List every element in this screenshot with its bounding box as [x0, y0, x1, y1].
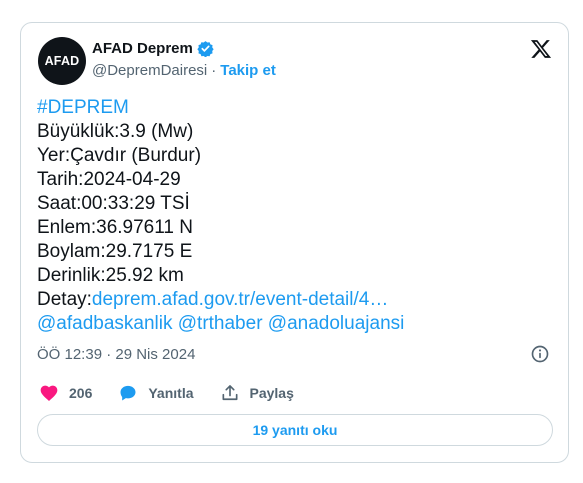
avatar-logo-text: AFAD [44, 54, 80, 68]
share-label: Paylaş [249, 385, 294, 401]
share-button[interactable]: Paylaş [220, 383, 294, 403]
detail-link[interactable]: deprem.afad.gov.tr/event-detail/4… [92, 289, 388, 310]
tweet-text: #DEPREM Büyüklük:3.9 (Mw) Yer:Çavdır (Bu… [37, 96, 557, 336]
action-bar: 206 Yanıtla Paylaş [39, 383, 320, 403]
reply-label: Yanıtla [148, 385, 194, 401]
hashtag-link[interactable]: #DEPREM [37, 97, 129, 118]
author-handle-row: @DepremDairesi · Takip et [92, 62, 276, 79]
detail-line: Detay:deprem.afad.gov.tr/event-detail/4… [37, 288, 557, 312]
author-name-row: AFAD Deprem [92, 40, 214, 57]
tweet-line: Boylam:29.7175 E [37, 241, 193, 262]
read-replies-label: 19 yanıtı oku [252, 422, 338, 438]
reply-button[interactable]: Yanıtla [118, 383, 194, 403]
display-name[interactable]: AFAD Deprem [92, 40, 193, 57]
like-button[interactable]: 206 [39, 383, 92, 403]
follow-button[interactable]: Takip et [220, 62, 276, 79]
tweet-line: Büyüklük:3.9 (Mw) [37, 121, 194, 142]
share-icon [222, 385, 237, 401]
like-count: 206 [69, 385, 93, 401]
detail-label: Detay: [37, 289, 92, 310]
tweet-timestamp[interactable]: ÖÖ 12:39 · 29 Nis 2024 [37, 346, 195, 363]
tweet-line: Tarih:2024-04-29 [37, 169, 181, 190]
x-logo-icon[interactable] [530, 38, 552, 60]
separator-dot: · [211, 62, 217, 79]
avatar[interactable]: AFAD [38, 37, 86, 85]
tweet-line: Derinlik:25.92 km [37, 265, 184, 286]
tweet-line: Saat:00:33:29 TSİ [37, 193, 190, 214]
tweet-line: Yer:Çavdır (Burdur) [37, 145, 202, 166]
heart-icon [40, 385, 58, 401]
verified-badge-icon [197, 41, 214, 57]
tweet-card: AFAD AFAD Deprem @DepremDairesi · Takip … [20, 22, 569, 463]
author-handle[interactable]: @DepremDairesi [92, 62, 207, 79]
tweet-line: Enlem:36.97611 N [37, 217, 193, 238]
read-replies-button[interactable]: 19 yanıtı oku [37, 414, 553, 446]
info-icon[interactable] [530, 344, 550, 364]
reply-bubble-icon [120, 385, 136, 401]
mentions-links[interactable]: @afadbaskanlik @trthaber @anadoluajansi [37, 313, 404, 334]
